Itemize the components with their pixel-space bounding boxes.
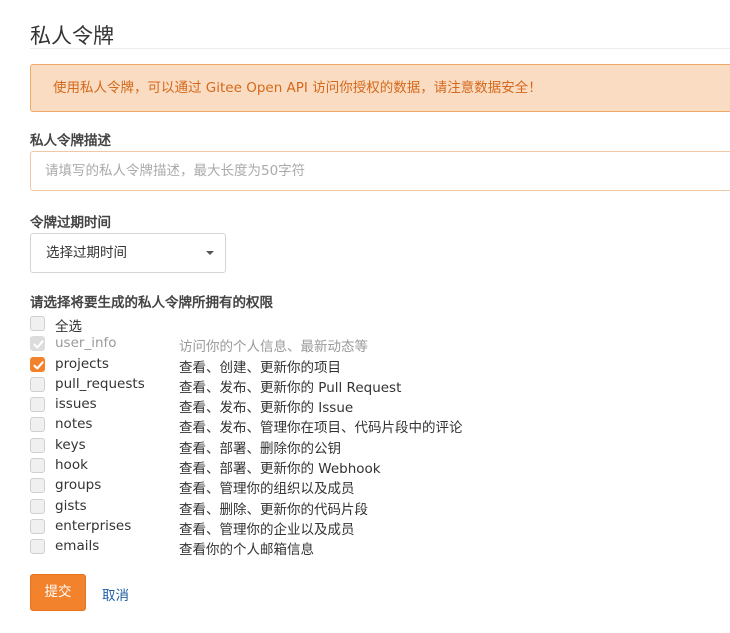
expiry-select[interactable]: 选择过期时间 [30,233,226,273]
permission-description: 查看、部署、更新你的 Webhook [179,461,381,478]
permission-description: 访问你的个人信息、最新动态等 [179,339,368,356]
permission-row-notes: notes 查看、发布、管理你在项目、代码片段中的评论 [30,415,730,437]
permission-row-pull-requests: pull_requests 查看、发布、更新你的 Pull Request [30,375,730,396]
permission-name: user_info [55,335,117,352]
permission-description: 查看、发布、更新你的 Pull Request [179,379,402,396]
permission-name: enterprises [55,517,132,534]
description-input[interactable] [30,151,730,191]
permission-row-gists: gists 查看、删除、更新你的代码片段 [30,497,730,518]
permission-name: emails [55,538,100,555]
chevron-down-icon [206,251,214,255]
expiry-select-value: 选择过期时间 [46,245,127,261]
permission-checkbox[interactable] [30,376,45,392]
permission-checkbox[interactable] [30,478,45,494]
permission-name: groups [55,477,102,494]
permissions-list: 全选 user_info 访问你的个人信息、最新动态等 projects 查看、创建、… [30,314,730,558]
title-divider [30,48,730,49]
permission-checkbox[interactable] [30,397,45,413]
permission-checkbox[interactable] [30,417,45,433]
permission-description: 查看、管理你的组织以及成员 [179,481,355,498]
permission-row-hook: hook 查看、部署、更新你的 Webhook [30,456,730,478]
permission-row-groups: groups 查看、管理你的组织以及成员 [30,476,730,498]
permission-row-user-info: user_info 访问你的个人信息、最新动态等 [30,334,730,356]
permission-row-enterprises: enterprises 查看、管理你的企业以及成员 [30,517,730,538]
permission-checkbox[interactable] [30,356,45,372]
permission-row-emails: emails 查看你的个人邮箱信息 [30,537,730,559]
permission-description: 查看、部署、删除你的公钥 [179,440,341,457]
cancel-link[interactable]: 取消 [102,584,129,604]
permission-name: gists [55,497,87,514]
permission-description: 查看、创建、更新你的项目 [179,359,341,376]
permission-checkbox[interactable] [30,498,45,514]
description-label: 私人令牌描述 [30,133,111,149]
permission-checkbox[interactable] [30,437,45,453]
security-notice: 使用私人令牌，可以通过 Gitee Open API 访问你授权的数据，请注意数… [30,64,730,112]
permission-checkbox [30,336,45,352]
permission-description: 查看、发布、管理你在项目、代码片段中的评论 [179,420,463,437]
permission-description: 查看、删除、更新你的代码片段 [179,501,368,518]
permission-name: keys [55,436,86,453]
permissions-label: 请选择将要生成的私人令牌所拥有的权限 [30,295,273,311]
permission-row-issues: issues 查看、发布、更新你的 Issue [30,395,730,417]
permission-row-select-all: 全选 [30,314,730,335]
permission-checkbox[interactable] [30,518,45,534]
permission-description: 查看你的个人邮箱信息 [179,542,314,559]
select-all-label: 全选 [55,319,82,335]
permission-name: projects [55,355,109,372]
expiry-label: 令牌过期时间 [30,215,111,231]
permission-description: 查看、发布、更新你的 Issue [179,400,354,417]
permission-name: issues [55,396,97,413]
permission-row-keys: keys 查看、部署、删除你的公钥 [30,436,730,457]
permission-name: pull_requests [55,375,145,392]
page-title: 私人令牌 [30,24,114,48]
permission-name: notes [55,416,93,433]
permission-description: 查看、管理你的企业以及成员 [179,521,355,538]
select-all-checkbox[interactable] [30,316,45,331]
permission-checkbox[interactable] [30,458,45,474]
permission-name: hook [55,457,88,474]
permission-row-projects: projects 查看、创建、更新你的项目 [30,355,730,376]
permission-checkbox[interactable] [30,539,45,555]
submit-button[interactable]: 提交 [30,574,86,611]
